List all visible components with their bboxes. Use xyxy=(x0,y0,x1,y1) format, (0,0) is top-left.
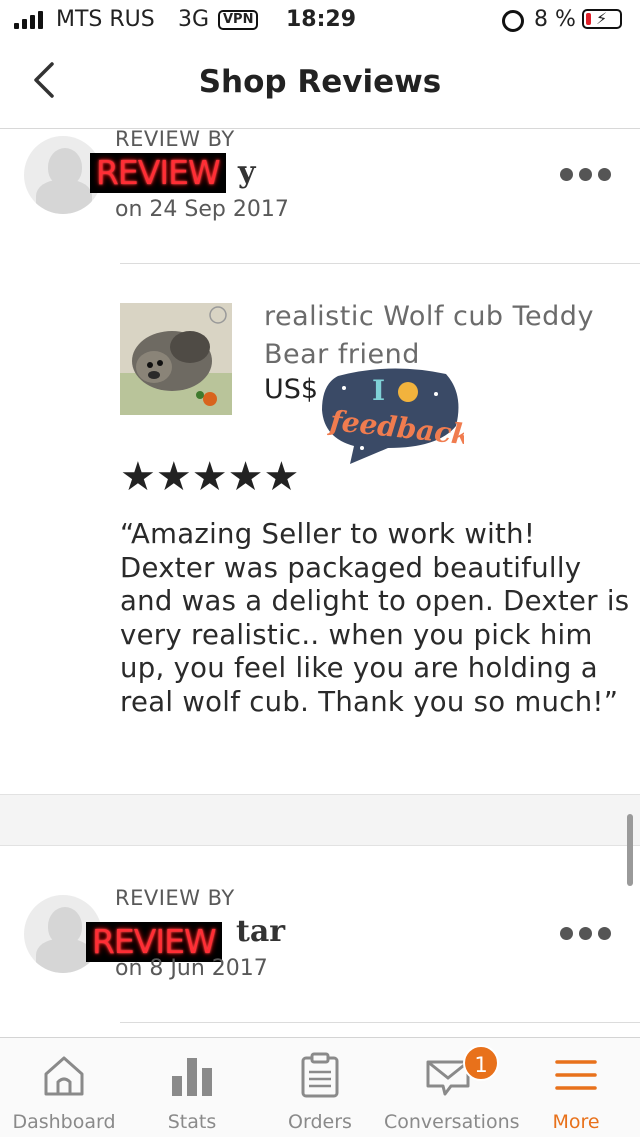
scrollbar[interactable] xyxy=(627,814,633,886)
review-date: on 8 Jun 2017 xyxy=(115,956,268,981)
tab-label: More xyxy=(552,1111,600,1133)
tab-bar: Dashboard Stats Orders Conversations Mor… xyxy=(0,1037,640,1137)
clipboard-icon xyxy=(301,1052,339,1098)
tab-label: Conversations xyxy=(384,1111,520,1133)
tab-dashboard[interactable]: Dashboard xyxy=(0,1038,128,1137)
divider xyxy=(120,1022,640,1023)
reviewer-name[interactable]: y xyxy=(238,155,255,190)
more-options-icon[interactable] xyxy=(560,168,616,188)
carrier-label: MTS RUS xyxy=(56,7,155,32)
menu-icon xyxy=(555,1060,597,1090)
review-neon-sticker: REVIEW xyxy=(90,153,226,193)
tab-label: Stats xyxy=(167,1111,217,1133)
tab-orders[interactable]: Orders xyxy=(256,1038,384,1137)
home-icon xyxy=(44,1056,84,1096)
rotation-lock-icon xyxy=(502,10,524,32)
more-options-icon[interactable] xyxy=(560,927,616,947)
review-date: on 24 Sep 2017 xyxy=(115,197,289,222)
tab-label: Orders xyxy=(288,1111,352,1133)
section-separator xyxy=(0,794,640,846)
review-text: “Amazing Seller to work with! Dexter was… xyxy=(120,518,630,718)
rating-stars: ★★★★★ xyxy=(120,454,300,500)
product-price: US$ xyxy=(264,374,319,405)
review-by-label: REVIEW BY xyxy=(115,886,235,910)
battery-percent: 8 % xyxy=(534,7,576,32)
nav-bar: Shop Reviews xyxy=(0,42,640,129)
signal-icon xyxy=(14,11,43,29)
bar-chart-icon xyxy=(172,1058,212,1096)
status-bar: MTS RUS 3G VPN 18:29 8 % ⚡ xyxy=(0,0,640,42)
product-title[interactable]: realistic Wolf cub Teddy Bear friend xyxy=(264,298,624,374)
tab-stats[interactable]: Stats xyxy=(128,1038,256,1137)
reviewer-name[interactable]: tar xyxy=(236,914,285,949)
tab-more[interactable]: More xyxy=(512,1038,640,1137)
review-by-label: REVIEW BY xyxy=(115,127,235,151)
page-title: Shop Reviews xyxy=(198,64,442,100)
product-thumbnail[interactable] xyxy=(120,303,232,415)
feedback-sticker: I feedback xyxy=(322,368,464,464)
tab-label: Dashboard xyxy=(12,1111,116,1133)
battery-icon: ⚡ xyxy=(582,9,622,29)
network-label: 3G xyxy=(178,7,210,32)
conversations-badge: 1 xyxy=(463,1045,499,1081)
svg-text:I: I xyxy=(372,374,385,407)
vpn-badge: VPN xyxy=(218,10,259,30)
clock: 18:29 xyxy=(286,7,357,32)
divider xyxy=(120,263,640,264)
